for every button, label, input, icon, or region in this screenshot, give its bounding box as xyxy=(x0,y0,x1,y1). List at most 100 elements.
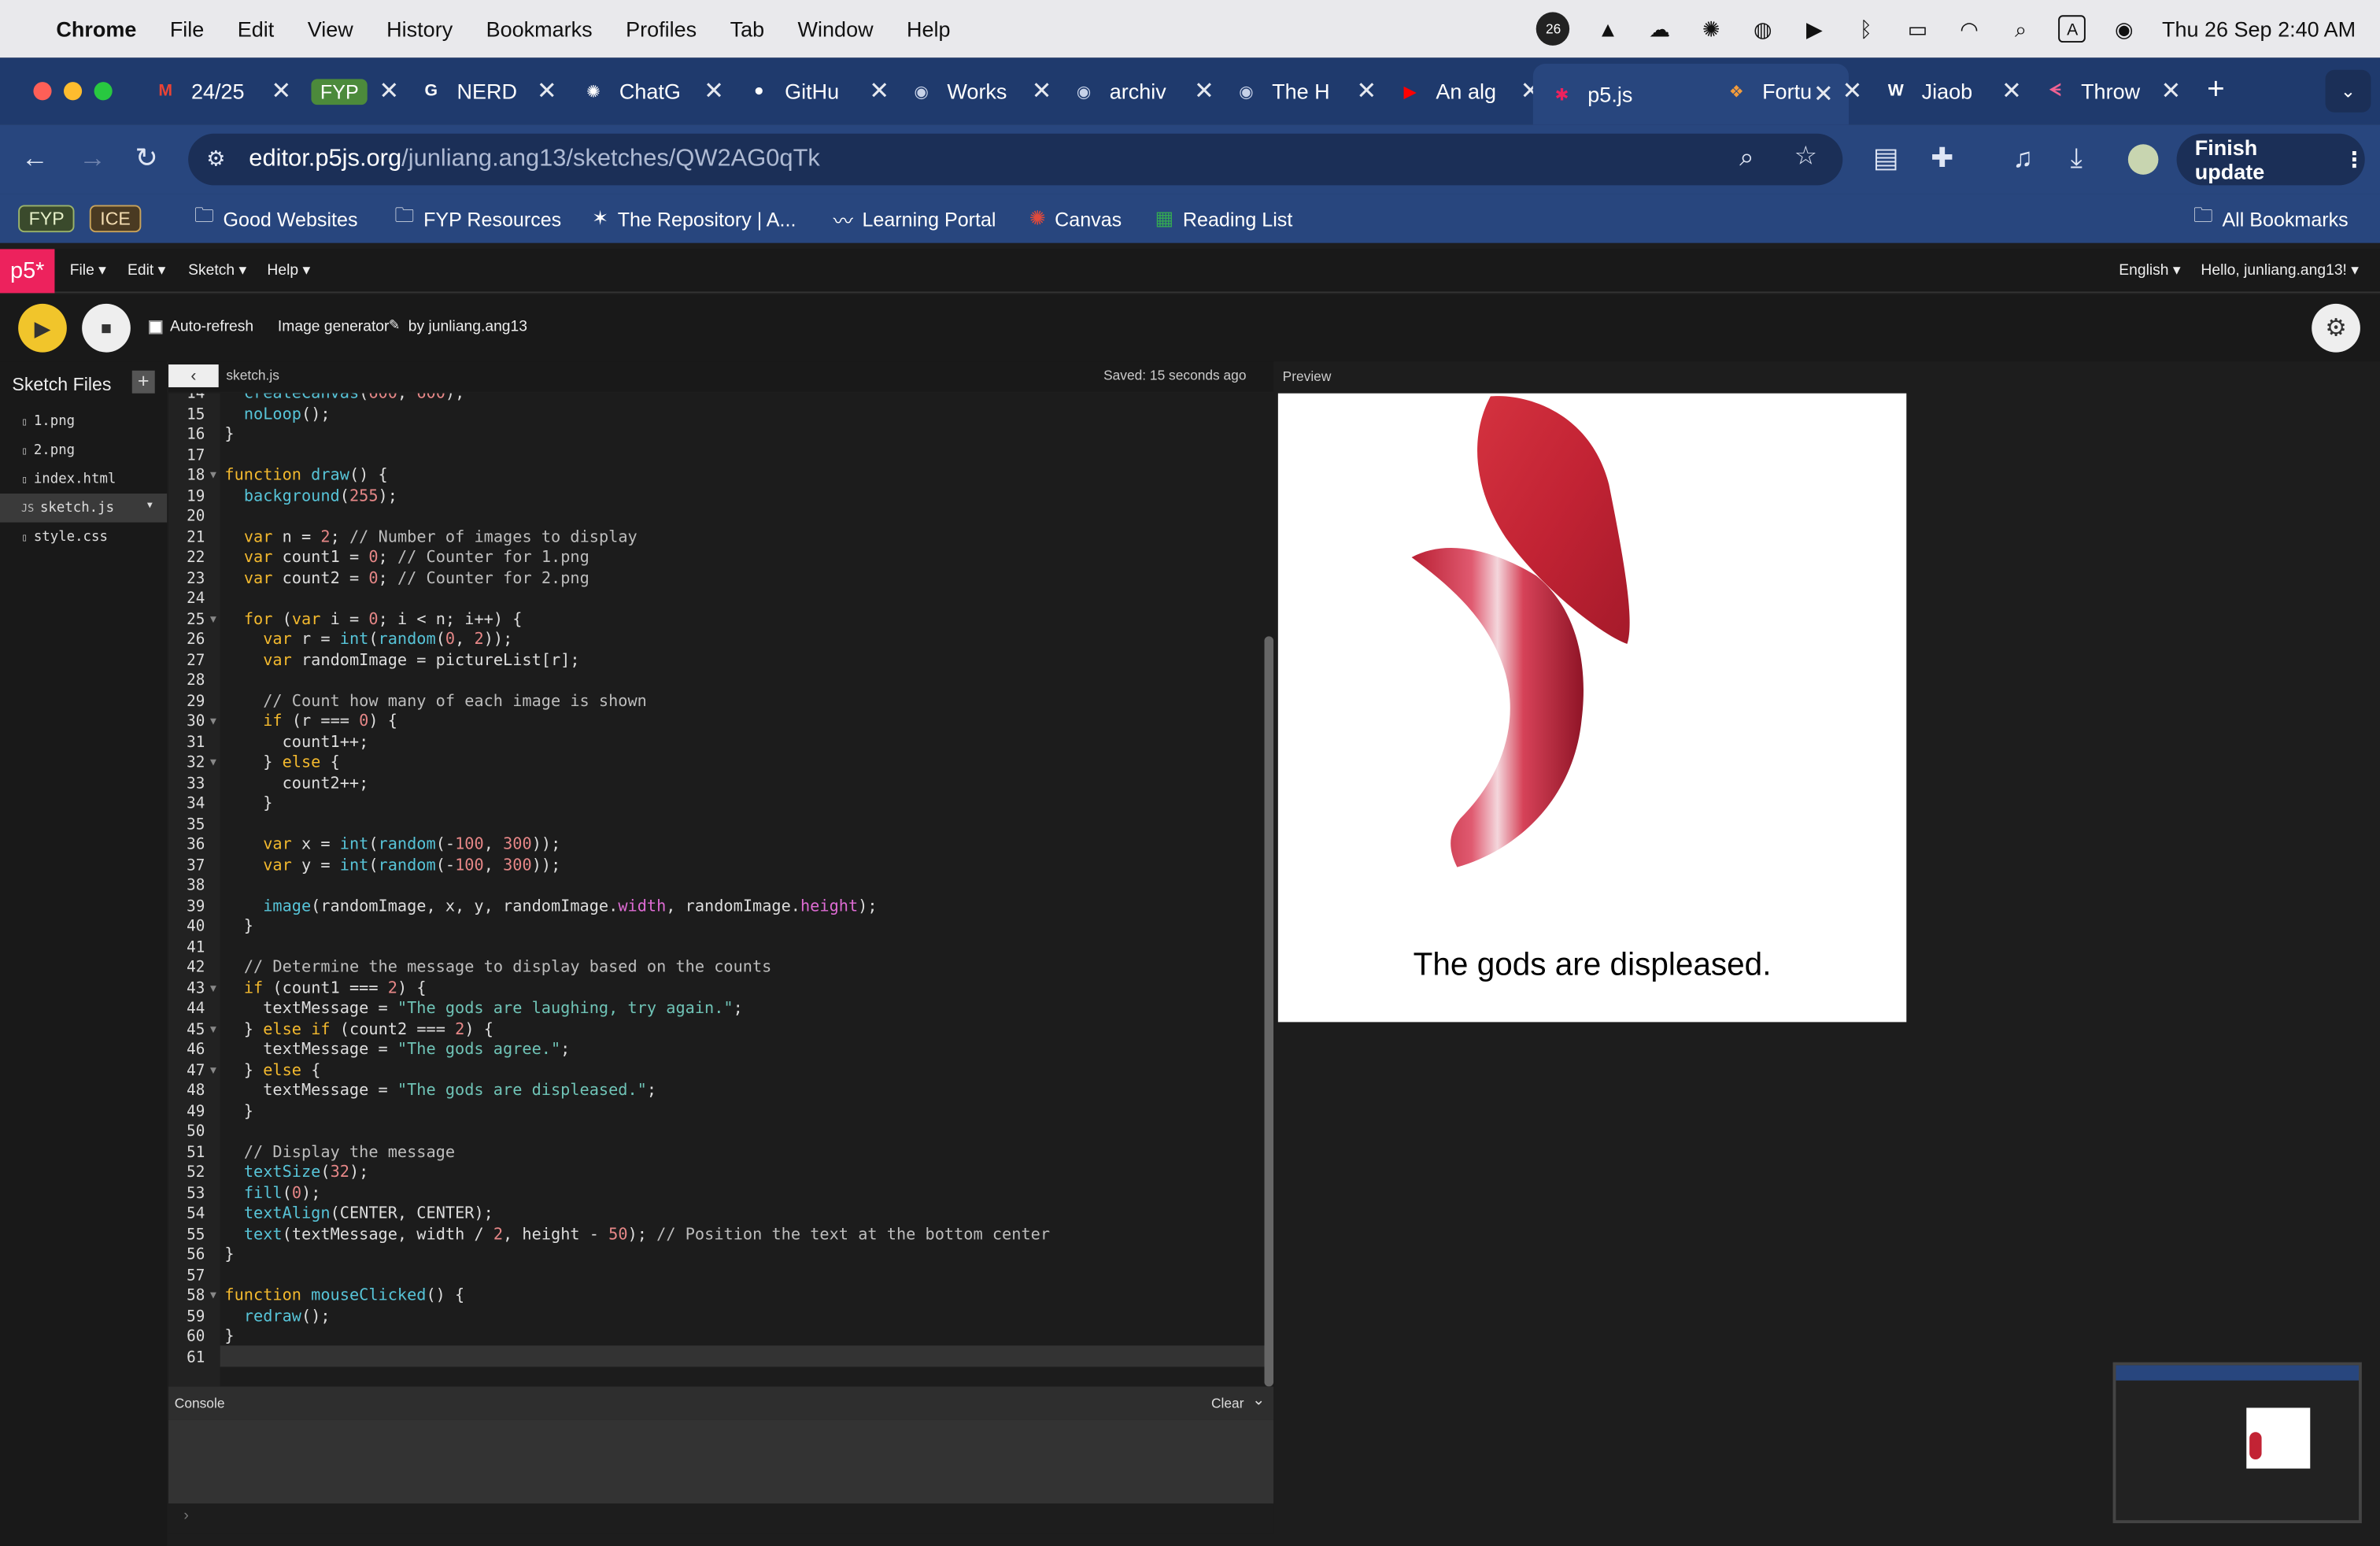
mac-menu-help[interactable]: Help xyxy=(907,17,951,41)
search-icon[interactable]: ⌕ xyxy=(2007,15,2034,43)
mac-menu-bookmarks[interactable]: Bookmarks xyxy=(486,17,593,41)
p5-menu-help[interactable]: Help ▾ xyxy=(267,263,310,279)
editor-scrollbar[interactable] xyxy=(1264,636,1274,1387)
file-item[interactable]: ▯ index.html xyxy=(0,464,167,494)
battery-icon[interactable]: ▭ xyxy=(1904,15,1931,43)
mac-menu-window[interactable]: Window xyxy=(798,17,874,41)
cloud-icon[interactable]: ☁ xyxy=(1646,15,1673,43)
more-menu-icon[interactable]: ⋮ xyxy=(2344,146,2365,172)
user-menu[interactable]: Hello, junliang.ang13! ▾ xyxy=(2201,263,2359,279)
close-tab-icon[interactable]: ✕ xyxy=(704,76,724,106)
play-circle-icon[interactable]: ▶ xyxy=(1801,15,1828,43)
finish-update-button[interactable]: Finish update ⋮ xyxy=(2176,133,2365,186)
chevron-down-icon[interactable]: ⌄ xyxy=(1252,1393,1265,1409)
tab-fyp-pill[interactable]: FYP ✕ xyxy=(311,70,399,113)
bookmark-fyp[interactable]: FYP xyxy=(18,194,76,243)
tab-gmail[interactable]: M 24/25 ✕ xyxy=(152,70,291,113)
file-item[interactable]: ▯ 2.png xyxy=(0,436,167,465)
reader-icon[interactable]: ▤ xyxy=(1873,142,1899,175)
add-file-button[interactable]: + xyxy=(131,370,155,394)
bookmark-star-icon[interactable]: ☆ xyxy=(1794,141,1817,172)
minimize-window-button[interactable] xyxy=(63,82,83,101)
fold-arrow-icon[interactable]: ▼ xyxy=(208,717,218,728)
back-icon[interactable]: ← xyxy=(21,142,49,175)
console-clear-button[interactable]: Clear xyxy=(1211,1396,1244,1411)
fold-arrow-icon[interactable]: ▼ xyxy=(208,1024,218,1035)
bookmark-repository[interactable]: ✶ The Repository | A... xyxy=(592,194,796,243)
pencil-icon[interactable]: ✎ xyxy=(389,317,401,334)
close-tab-icon[interactable]: ✕ xyxy=(537,76,557,106)
collapse-sidebar-button[interactable]: ‹ xyxy=(168,364,219,387)
language-select[interactable]: English ▾ xyxy=(2119,263,2180,279)
tab-wikipedia[interactable]: W Jiaob ✕ xyxy=(1882,70,2022,113)
editor-file-tab[interactable]: sketch.js xyxy=(226,368,279,383)
file-options-icon[interactable]: ▾ xyxy=(146,498,153,513)
tab-eye[interactable]: ◉ The H ✕ xyxy=(1232,70,1377,113)
tab-search-icon[interactable]: ⌄ xyxy=(2325,69,2371,113)
all-bookmarks[interactable]: 🗀 All Bookmarks xyxy=(2193,194,2349,243)
auto-refresh-checkbox[interactable] xyxy=(148,320,163,335)
mac-menu-file[interactable]: File xyxy=(170,17,205,41)
site-info-icon[interactable]: ⚙ xyxy=(206,146,225,172)
tab-github[interactable]: ● GitHu ✕ xyxy=(745,70,889,113)
mac-menu-view[interactable]: View xyxy=(308,17,353,41)
close-tab-icon[interactable]: ✕ xyxy=(2161,76,2182,106)
sketch-name[interactable]: Image generator xyxy=(278,319,390,335)
input-source-icon[interactable]: A xyxy=(2058,15,2086,43)
console-input[interactable]: › xyxy=(168,1503,1274,1534)
close-tab-icon[interactable]: ✕ xyxy=(1032,76,1052,106)
fold-arrow-icon[interactable]: ▼ xyxy=(208,471,218,482)
profile-avatar[interactable] xyxy=(2127,144,2159,175)
reload-icon[interactable]: ↻ xyxy=(135,142,158,175)
new-tab-icon[interactable]: + xyxy=(2207,73,2225,108)
close-tab-icon[interactable]: ✕ xyxy=(1842,76,1863,106)
tab-google[interactable]: G NERD ✕ xyxy=(417,70,556,113)
bookmark-ice[interactable]: ICE xyxy=(89,194,142,243)
mac-menu-edit[interactable]: Edit xyxy=(238,17,275,41)
fold-arrow-icon[interactable]: ▼ xyxy=(208,1065,218,1076)
bookmark-learning-portal[interactable]: 〰 Learning Portal xyxy=(833,194,996,243)
screenshot-thumbnail[interactable] xyxy=(2112,1362,2362,1524)
tab-youtube[interactable]: ▶ An alg ✕ xyxy=(1396,70,1540,113)
p5-menu-file[interactable]: File ▾ xyxy=(70,263,106,279)
fold-arrow-icon[interactable]: ▼ xyxy=(208,983,218,994)
sync-icon[interactable]: ✺ xyxy=(1698,15,1725,43)
play-button[interactable]: ▶ xyxy=(18,303,67,353)
close-tab-icon[interactable]: ✕ xyxy=(271,76,291,106)
globe-icon[interactable]: ◍ xyxy=(1749,15,1776,43)
bookmark-fyp-resources[interactable]: 🗀 FYP Resources xyxy=(394,194,561,243)
tab-thread[interactable]: ᗕ Throw ✕ xyxy=(2042,70,2182,113)
fold-arrow-icon[interactable]: ▼ xyxy=(208,1291,218,1302)
close-window-button[interactable] xyxy=(33,82,52,101)
control-center-icon[interactable]: ◉ xyxy=(2110,15,2138,43)
p5-logo[interactable]: p5* xyxy=(0,249,55,294)
badge-icon[interactable]: 26 xyxy=(1536,12,1570,46)
zoom-window-button[interactable] xyxy=(94,82,113,101)
bookmark-reading-list[interactable]: ▦ Reading List xyxy=(1155,194,1293,243)
p5-menu-edit[interactable]: Edit ▾ xyxy=(128,263,165,279)
tab-chatgpt[interactable]: ✺ ChatG ✕ xyxy=(580,70,724,113)
download-icon[interactable]: ⤓ xyxy=(2071,142,2082,175)
file-item[interactable]: JS sketch.js ▾ xyxy=(0,494,168,523)
drive-icon[interactable]: ▲ xyxy=(1595,15,1622,43)
bluetooth-icon[interactable]: ᛒ xyxy=(1853,15,1880,43)
fold-arrow-icon[interactable]: ▼ xyxy=(208,614,218,625)
date-time[interactable]: Thu 26 Sep 2:40 AM xyxy=(2162,17,2356,41)
mac-menu-history[interactable]: History xyxy=(386,17,453,41)
mac-menu-tab[interactable]: Tab xyxy=(730,17,765,41)
code-editor[interactable]: 14 15 16 17 18 ▼ 19 20 21 22 23 24 25 ▼ 26 27 28 29 30 ▼ 31 3… xyxy=(168,393,1275,1387)
tab-fortune[interactable]: ❖ Fortu ✕ xyxy=(1723,70,1863,113)
tab-eye[interactable]: ◉ Works ✕ xyxy=(907,70,1051,113)
close-tab-icon[interactable]: ✕ xyxy=(869,76,889,106)
extensions-icon[interactable]: ✚ xyxy=(1931,142,1953,175)
fold-arrow-icon[interactable]: ▼ xyxy=(208,758,218,769)
close-tab-icon[interactable]: ✕ xyxy=(379,76,399,106)
file-item[interactable]: ▯ 1.png xyxy=(0,407,167,436)
close-tab-icon[interactable]: ✕ xyxy=(2001,76,2022,106)
settings-button[interactable]: ⚙ xyxy=(2312,303,2360,353)
close-tab-icon[interactable]: ✕ xyxy=(1356,76,1377,106)
tab-eye[interactable]: ◉ archiv ✕ xyxy=(1070,70,1214,113)
app-menu-chrome[interactable]: Chrome xyxy=(56,17,136,41)
stop-button[interactable]: ■ xyxy=(82,303,131,353)
address-bar[interactable]: ⚙ editor.p5js.org/junliang.ang13/sketche… xyxy=(188,133,1843,186)
